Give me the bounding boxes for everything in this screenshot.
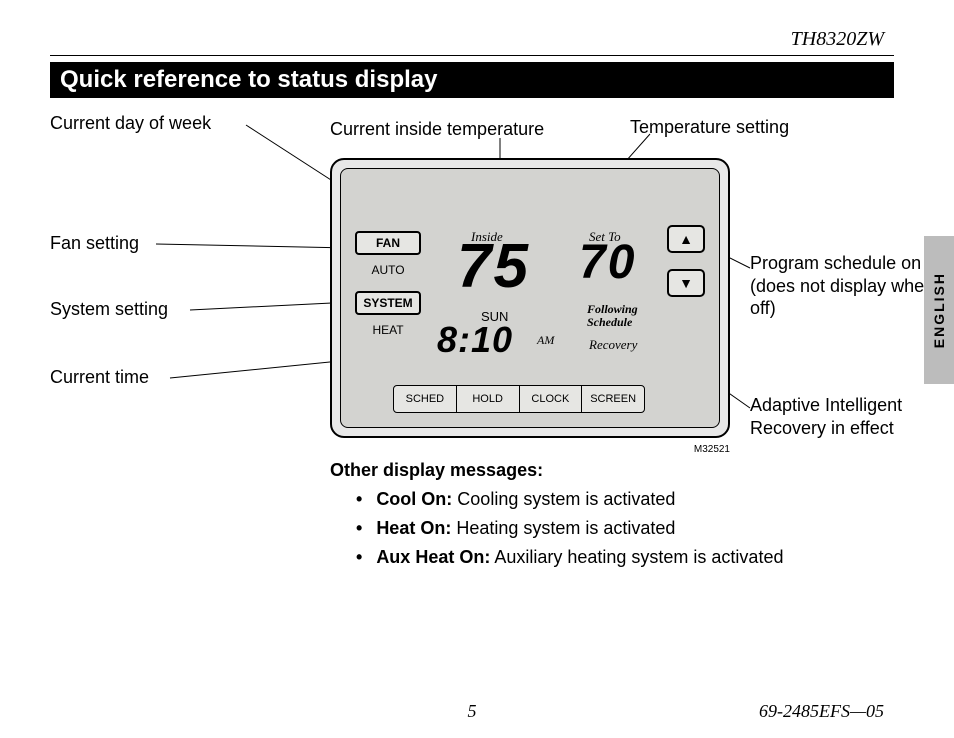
other-item-aux: Aux Heat On: Auxiliary heating system is… <box>356 547 854 568</box>
thermostat-display: FAN AUTO SYSTEM HEAT Inside 75 Set To 70… <box>330 158 730 438</box>
page-title: Quick reference to status display <box>50 62 894 98</box>
ampm-value: AM <box>537 333 554 348</box>
other-item-cool: Cool On: Cooling system is activated <box>356 489 854 510</box>
other-item-heat: Heat On: Heating system is activated <box>356 518 854 539</box>
callout-temp-setting: Temperature setting <box>630 116 789 139</box>
sched-button[interactable]: SCHED <box>394 386 457 412</box>
callout-recovery: Adaptive Intelligent Recovery in effect <box>750 394 930 439</box>
callout-system-setting: System setting <box>50 298 168 321</box>
inside-temp-value: 75 <box>457 231 530 302</box>
fan-value: AUTO <box>355 259 421 291</box>
thermostat-screen: FAN AUTO SYSTEM HEAT Inside 75 Set To 70… <box>340 168 720 428</box>
recovery-label: Recovery <box>589 337 637 353</box>
bottom-button-bar: SCHED HOLD CLOCK SCREEN <box>393 385 645 413</box>
setto-temp-value: 70 <box>579 235 636 290</box>
figure-code: M32521 <box>330 444 730 455</box>
clock-button[interactable]: CLOCK <box>520 386 583 412</box>
temp-up-button[interactable]: ▲ <box>667 225 705 253</box>
system-button[interactable]: SYSTEM <box>355 291 421 315</box>
following-schedule-label: Following Schedule <box>587 303 657 329</box>
other-messages-heading: Other display messages: <box>330 460 854 481</box>
language-tab: ENGLISH <box>924 236 954 384</box>
callout-fan-setting: Fan setting <box>50 232 139 255</box>
model-number: TH8320ZW <box>50 28 894 51</box>
side-controls: FAN AUTO SYSTEM HEAT <box>355 231 425 351</box>
top-rule <box>50 55 894 56</box>
callout-day-of-week: Current day of week <box>50 112 211 135</box>
down-arrow-icon: ▼ <box>679 275 693 291</box>
temp-down-button[interactable]: ▼ <box>667 269 705 297</box>
other-messages: Other display messages: Cool On: Cooling… <box>330 460 854 576</box>
doc-number: 69-2485EFS—05 <box>759 701 884 722</box>
up-arrow-icon: ▲ <box>679 231 693 247</box>
clock-value: 8:10 <box>437 319 513 361</box>
callout-inside-temp: Current inside temperature <box>330 118 544 141</box>
fan-button[interactable]: FAN <box>355 231 421 255</box>
callout-current-time: Current time <box>50 366 149 389</box>
system-value: HEAT <box>355 319 421 351</box>
content-area: Current day of week Current inside tempe… <box>50 98 894 638</box>
hold-button[interactable]: HOLD <box>457 386 520 412</box>
language-label: ENGLISH <box>931 272 947 348</box>
screen-button[interactable]: SCREEN <box>582 386 644 412</box>
callout-program-schedule: Program schedule on (does not display wh… <box>750 252 940 320</box>
